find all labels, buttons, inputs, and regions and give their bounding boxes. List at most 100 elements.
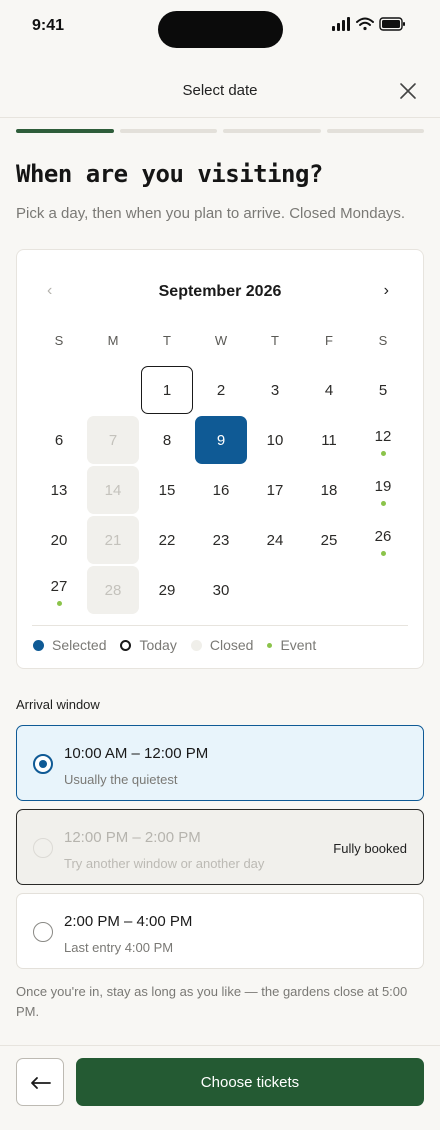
day-box[interactable]: 20 xyxy=(33,516,85,564)
event-dot-icon xyxy=(381,501,386,506)
day-box[interactable]: 19 xyxy=(357,466,409,514)
day-number: 8 xyxy=(162,431,172,449)
calendar-day-16[interactable]: 16 xyxy=(194,465,248,515)
day-box[interactable]: 11 xyxy=(303,416,355,464)
legend-selected: Selected xyxy=(33,637,106,653)
calendar-day-23[interactable]: 23 xyxy=(194,515,248,565)
legend-today: Today xyxy=(120,637,177,653)
day-box[interactable]: 9 xyxy=(195,416,247,464)
day-box[interactable]: 2 xyxy=(195,366,247,414)
day-box[interactable]: 3 xyxy=(249,366,301,414)
day-box[interactable]: 10 xyxy=(249,416,301,464)
slot-time: 10:00 AM – 12:00 PM xyxy=(64,745,209,762)
day-box[interactable]: 22 xyxy=(141,516,193,564)
day-box[interactable]: 27 xyxy=(33,566,85,614)
radio-empty-icon[interactable] xyxy=(33,922,53,942)
step-progress xyxy=(16,129,424,133)
calendar-day-30[interactable]: 30 xyxy=(194,565,248,615)
day-number: 5 xyxy=(378,381,388,399)
day-box[interactable]: 12 xyxy=(357,416,409,464)
calendar-day-9[interactable]: 9 xyxy=(194,415,248,465)
calendar-day-10[interactable]: 10 xyxy=(248,415,302,465)
legend-closed-label: Closed xyxy=(209,637,254,653)
calendar-day-12[interactable]: 12 xyxy=(356,415,410,465)
day-number: 24 xyxy=(266,531,284,549)
calendar-day-4[interactable]: 4 xyxy=(302,365,356,415)
calendar-day-13[interactable]: 13 xyxy=(32,465,86,515)
progress-step-4 xyxy=(326,129,424,133)
day-number: 18 xyxy=(320,481,338,499)
day-box[interactable]: 5 xyxy=(357,366,409,414)
day-number: 10 xyxy=(266,431,284,449)
progress-step-1 xyxy=(16,129,114,133)
progress-step-2 xyxy=(119,129,217,133)
calendar-day-14: 14 xyxy=(86,465,140,515)
weekday-label: W xyxy=(214,333,228,348)
arrival-slot-2pm[interactable]: 2:00 PM – 4:00 PM Last entry 4:00 PM xyxy=(16,893,424,969)
slot-time: 12:00 PM – 2:00 PM xyxy=(64,829,201,846)
day-box[interactable]: 26 xyxy=(357,516,409,564)
day-box[interactable]: 18 xyxy=(303,466,355,514)
calendar-day-15[interactable]: 15 xyxy=(140,465,194,515)
calendar-day-27[interactable]: 27 xyxy=(32,565,86,615)
day-number: 30 xyxy=(212,581,230,599)
calendar-day-17[interactable]: 17 xyxy=(248,465,302,515)
day-box: 28 xyxy=(87,566,139,614)
calendar-day-1[interactable]: 1 xyxy=(140,365,194,415)
calendar-day-25[interactable]: 25 xyxy=(302,515,356,565)
calendar-day-2[interactable]: 2 xyxy=(194,365,248,415)
day-box[interactable]: 30 xyxy=(195,566,247,614)
day-box[interactable]: 13 xyxy=(33,466,85,514)
legend-event-label: Event xyxy=(280,637,317,653)
day-number: 19 xyxy=(374,477,392,495)
day-number: 9 xyxy=(216,431,226,449)
day-box[interactable]: 29 xyxy=(141,566,193,614)
calendar-day-29[interactable]: 29 xyxy=(140,565,194,615)
legend-today-label: Today xyxy=(139,637,177,653)
next-month-button[interactable]: › xyxy=(384,282,389,300)
calendar-day-22[interactable]: 22 xyxy=(140,515,194,565)
calendar-day-11[interactable]: 11 xyxy=(302,415,356,465)
arrival-slot-10am[interactable]: 10:00 AM – 12:00 PM Usually the quietest xyxy=(16,725,424,801)
day-box[interactable]: 4 xyxy=(303,366,355,414)
weekday-label: M xyxy=(107,333,119,348)
calendar-blank-cell xyxy=(86,365,140,415)
choose-tickets-button[interactable]: Choose tickets xyxy=(76,1058,424,1106)
legend-selected-label: Selected xyxy=(52,637,107,653)
day-box[interactable]: 24 xyxy=(249,516,301,564)
calendar-day-19[interactable]: 19 xyxy=(356,465,410,515)
radio-selected-icon[interactable] xyxy=(33,754,53,774)
calendar-day-3[interactable]: 3 xyxy=(248,365,302,415)
calendar-day-6[interactable]: 6 xyxy=(32,415,86,465)
day-number: 11 xyxy=(321,431,337,449)
calendar-day-8[interactable]: 8 xyxy=(140,415,194,465)
calendar-day-5[interactable]: 5 xyxy=(356,365,410,415)
calendar-day-24[interactable]: 24 xyxy=(248,515,302,565)
day-box[interactable]: 23 xyxy=(195,516,247,564)
weekday-label: T xyxy=(163,333,171,348)
back-button[interactable] xyxy=(16,1058,64,1106)
day-number: 21 xyxy=(104,531,122,549)
day-number: 22 xyxy=(158,531,176,549)
calendar-day-18[interactable]: 18 xyxy=(302,465,356,515)
event-dot-icon xyxy=(57,601,62,606)
event-dot-icon xyxy=(381,551,386,556)
calendar-day-20[interactable]: 20 xyxy=(32,515,86,565)
dynamic-island xyxy=(158,11,283,48)
day-box[interactable]: 17 xyxy=(249,466,301,514)
day-box[interactable]: 1 xyxy=(141,366,193,414)
day-box[interactable]: 15 xyxy=(141,466,193,514)
day-box[interactable]: 16 xyxy=(195,466,247,514)
close-icon[interactable] xyxy=(398,81,418,101)
day-box[interactable]: 6 xyxy=(33,416,85,464)
closing-footnote: Once you're in, stay as long as you like… xyxy=(16,984,408,1019)
progress-step-3 xyxy=(223,129,321,133)
day-box[interactable]: 8 xyxy=(141,416,193,464)
calendar-divider xyxy=(32,625,408,626)
weekday-label: S xyxy=(378,333,388,348)
calendar-day-26[interactable]: 26 xyxy=(356,515,410,565)
day-box[interactable]: 25 xyxy=(303,516,355,564)
calendar-month: September 2026 xyxy=(158,283,282,300)
slot-time: 2:00 PM – 4:00 PM xyxy=(64,913,193,930)
event-dot-icon xyxy=(267,642,273,648)
